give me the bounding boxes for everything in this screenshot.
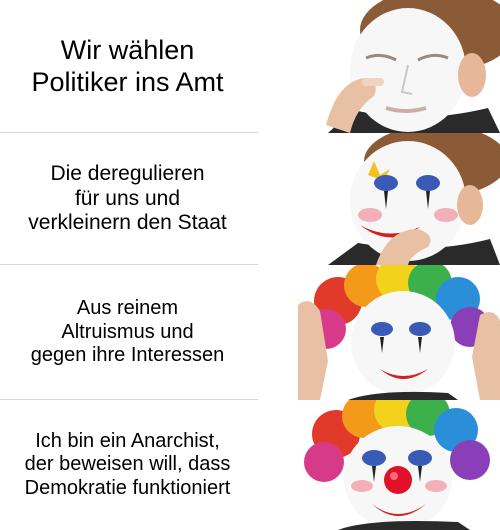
panel-3-caption: Aus reinem Altruismus und gegen ihre Int…: [30, 297, 225, 367]
panel-1-caption: Wir wählen Politiker ins Amt: [31, 34, 224, 97]
panel-4-caption: Ich bin ein Anarchist, der beweisen will…: [24, 429, 231, 499]
panel-1-photo-white-face: [258, 0, 500, 133]
panel-2: Die deregulieren für uns und verkleinern…: [0, 133, 500, 265]
panel-4-photo-full-clown: [258, 400, 500, 530]
clown-makeup-meme: Wir wählen Politiker ins Amt Die deregul…: [0, 0, 500, 530]
panel-3-photo-rainbow-wig: [258, 265, 500, 400]
panel-4: Ich bin ein Anarchist, der beweisen will…: [0, 400, 500, 530]
panel-1: Wir wählen Politiker ins Amt: [0, 0, 500, 133]
panel-2-photo-face-paint: [258, 133, 500, 265]
panel-2-caption: Die deregulieren für uns und verkleinern…: [28, 161, 227, 235]
panel-3: Aus reinem Altruismus und gegen ihre Int…: [0, 265, 500, 400]
